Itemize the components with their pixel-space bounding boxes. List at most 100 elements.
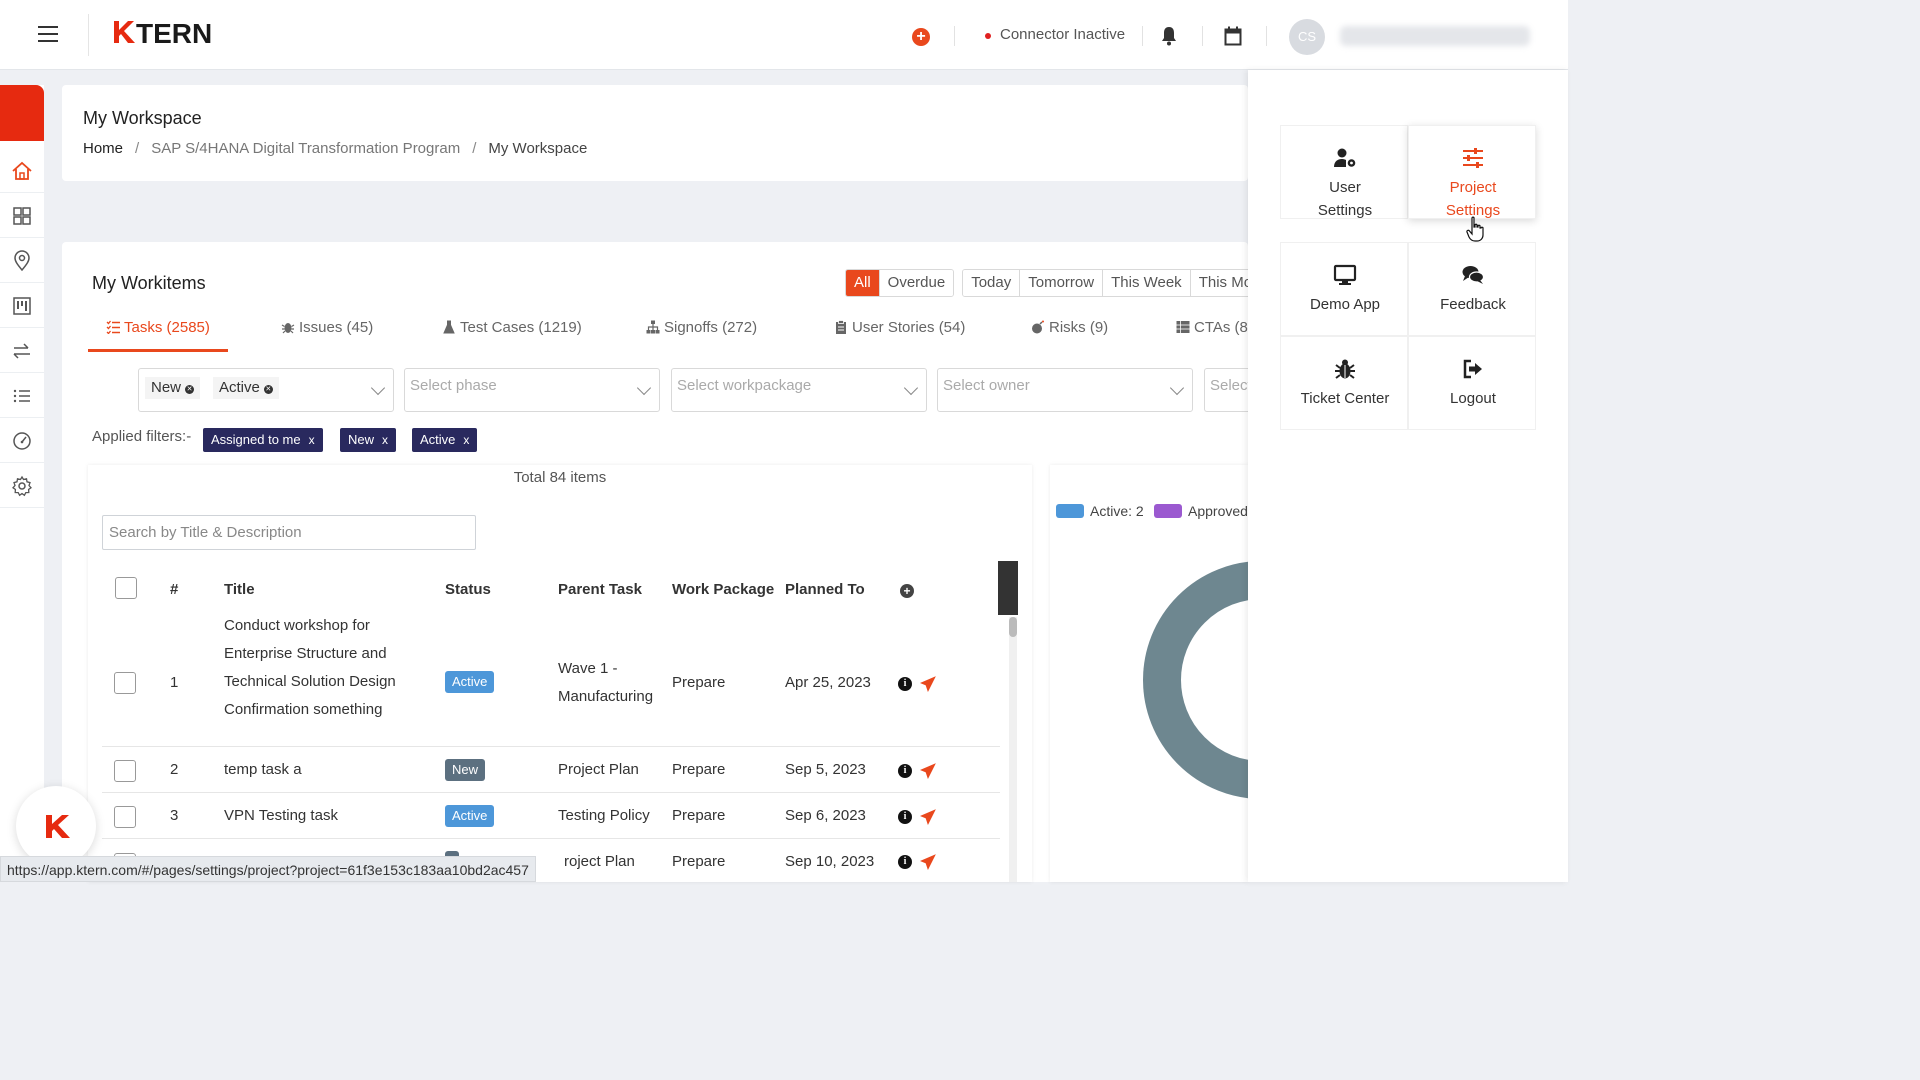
row-number: 1 xyxy=(170,674,179,691)
close-icon[interactable]: x xyxy=(309,433,315,447)
floating-ktern-button[interactable] xyxy=(16,786,96,866)
applied-filter-tag[interactable]: Assigned to me x xyxy=(203,428,323,452)
avatar[interactable]: CS xyxy=(1289,19,1325,55)
applied-filter-tag[interactable]: Active x xyxy=(412,428,478,452)
scrollbar-track[interactable] xyxy=(1009,617,1017,882)
bug-icon xyxy=(281,323,295,334)
send-icon[interactable] xyxy=(920,676,936,692)
search-input[interactable] xyxy=(103,516,475,549)
tab-test-cases[interactable]: Test Cases (1219) xyxy=(442,312,582,352)
divider xyxy=(1266,26,1267,46)
divider xyxy=(1202,26,1203,46)
info-icon[interactable]: i xyxy=(898,677,912,691)
menu-item-project-settings[interactable]: Project Settings xyxy=(1408,125,1536,219)
horizontal-scroll-handle[interactable] xyxy=(998,561,1018,615)
calendar-icon[interactable] xyxy=(1224,26,1242,46)
breadcrumb-program[interactable]: SAP S/4HANA Digital Transformation Progr… xyxy=(151,140,460,157)
tab-tasks[interactable]: Tasks (2585) xyxy=(88,312,228,352)
chip-label: New xyxy=(151,379,182,396)
scrollbar-thumb[interactable] xyxy=(1009,617,1017,637)
ktern-logo[interactable]: TERN xyxy=(112,18,216,53)
add-column-icon[interactable]: + xyxy=(900,584,914,598)
connector-status-dot xyxy=(985,33,991,39)
info-icon[interactable]: i xyxy=(898,855,912,869)
row-divider xyxy=(102,792,1000,793)
sidebar-item-dashboard[interactable] xyxy=(0,194,44,238)
status-badge: Active xyxy=(445,671,495,693)
row-title[interactable]: VPN Testing task xyxy=(224,802,338,830)
select-all-checkbox[interactable] xyxy=(115,577,137,599)
flask-icon xyxy=(443,320,455,334)
close-icon[interactable]: x xyxy=(382,433,388,447)
status-chip-new[interactable]: New ✕ xyxy=(145,377,201,399)
sidebar-item-home[interactable] xyxy=(0,149,44,193)
phase-select[interactable]: Select phase xyxy=(404,368,660,412)
menu-item-logout[interactable]: Logout xyxy=(1408,336,1536,430)
donut-ring[interactable] xyxy=(1143,561,1248,799)
send-icon[interactable] xyxy=(920,763,936,779)
user-gear-icon xyxy=(1334,148,1356,167)
menu-label: Feedback xyxy=(1440,296,1506,313)
row-work-package: Prepare xyxy=(672,807,726,824)
tab-signoffs[interactable]: Signoffs (272) xyxy=(646,312,757,352)
comments-icon xyxy=(1462,266,1485,284)
row-checkbox[interactable] xyxy=(114,760,136,782)
workpackage-select[interactable]: Select workpackage xyxy=(671,368,927,412)
row-checkbox[interactable] xyxy=(114,672,136,694)
phase-placeholder: Select phase xyxy=(410,377,497,394)
column-header-status[interactable]: Status xyxy=(445,581,491,598)
owner-select[interactable]: Select owner xyxy=(937,368,1193,412)
filter-tomorrow-button[interactable]: Tomorrow xyxy=(1020,270,1104,296)
hamburger-menu-icon[interactable] xyxy=(38,26,58,44)
sidebar-item-settings[interactable] xyxy=(0,464,44,508)
parent-line: Manufacturing xyxy=(558,688,654,705)
bug-icon xyxy=(1335,359,1355,379)
bell-icon[interactable] xyxy=(1160,26,1178,46)
breadcrumb-home[interactable]: Home xyxy=(83,140,123,157)
menu-item-feedback[interactable]: Feedback xyxy=(1408,242,1536,336)
tab-issues[interactable]: Issues (45) xyxy=(281,312,373,352)
status-select[interactable]: New ✕ Active ✕ xyxy=(138,368,394,412)
sidebar-item-transitions[interactable] xyxy=(0,329,44,373)
tab-user-stories[interactable]: User Stories (54) xyxy=(834,312,965,352)
workitems-title: My Workitems xyxy=(92,273,206,293)
column-header-planned-to[interactable]: Planned To xyxy=(785,581,865,598)
applied-filter-tag[interactable]: New x xyxy=(340,428,397,452)
close-icon[interactable]: ✕ xyxy=(263,385,273,394)
filter-today-button[interactable]: Today xyxy=(963,270,1021,296)
sidebar-item-location[interactable] xyxy=(0,239,44,283)
status-chip-active[interactable]: Active ✕ xyxy=(213,377,279,399)
tab-ctas[interactable]: CTAs (8 xyxy=(1176,312,1248,352)
row-title[interactable]: temp task a xyxy=(224,756,302,784)
send-icon[interactable] xyxy=(920,809,936,825)
info-icon[interactable]: i xyxy=(898,810,912,824)
tab-risks[interactable]: Risks (9) xyxy=(1031,312,1108,352)
info-icon[interactable]: i xyxy=(898,764,912,778)
breadcrumb: Home / SAP S/4HANA Digital Transformation … xyxy=(83,140,588,157)
menu-item-ticket-center[interactable]: Ticket Center xyxy=(1280,336,1408,430)
column-header-title[interactable]: Title xyxy=(224,581,255,598)
sidebar-item-board[interactable] xyxy=(0,284,44,328)
menu-item-user-settings[interactable]: User Settings xyxy=(1280,125,1408,219)
menu-item-demo-app[interactable]: Demo App xyxy=(1280,242,1408,336)
sidebar-item-list[interactable] xyxy=(0,374,44,418)
row-title[interactable]: Conduct workshop for Enterprise Structur… xyxy=(224,612,396,724)
add-icon[interactable]: + xyxy=(912,28,930,46)
workpackage-placeholder: Select workpackage xyxy=(677,377,812,394)
filter-all-button[interactable]: All xyxy=(846,270,880,296)
close-icon[interactable]: x xyxy=(463,433,469,447)
connector-status[interactable]: Connector Inactive xyxy=(1000,26,1125,43)
row-planned-to: Sep 10, 2023 xyxy=(785,853,875,870)
row-checkbox[interactable] xyxy=(114,806,136,828)
close-icon[interactable]: ✕ xyxy=(185,385,195,394)
column-header-parent-task[interactable]: Parent Task xyxy=(558,581,642,598)
row-work-package: Prepare xyxy=(672,761,726,778)
username[interactable] xyxy=(1340,26,1530,46)
filter-overdue-button[interactable]: Overdue xyxy=(879,270,954,296)
sidebar-item-metrics[interactable] xyxy=(0,419,44,463)
chevron-down-icon xyxy=(370,380,386,396)
column-header-work-package[interactable]: Work Package xyxy=(672,581,774,598)
row-parent-task: roject Plan xyxy=(564,853,635,870)
filter-this-week-button[interactable]: This Week xyxy=(1103,270,1191,296)
send-icon[interactable] xyxy=(920,854,936,870)
